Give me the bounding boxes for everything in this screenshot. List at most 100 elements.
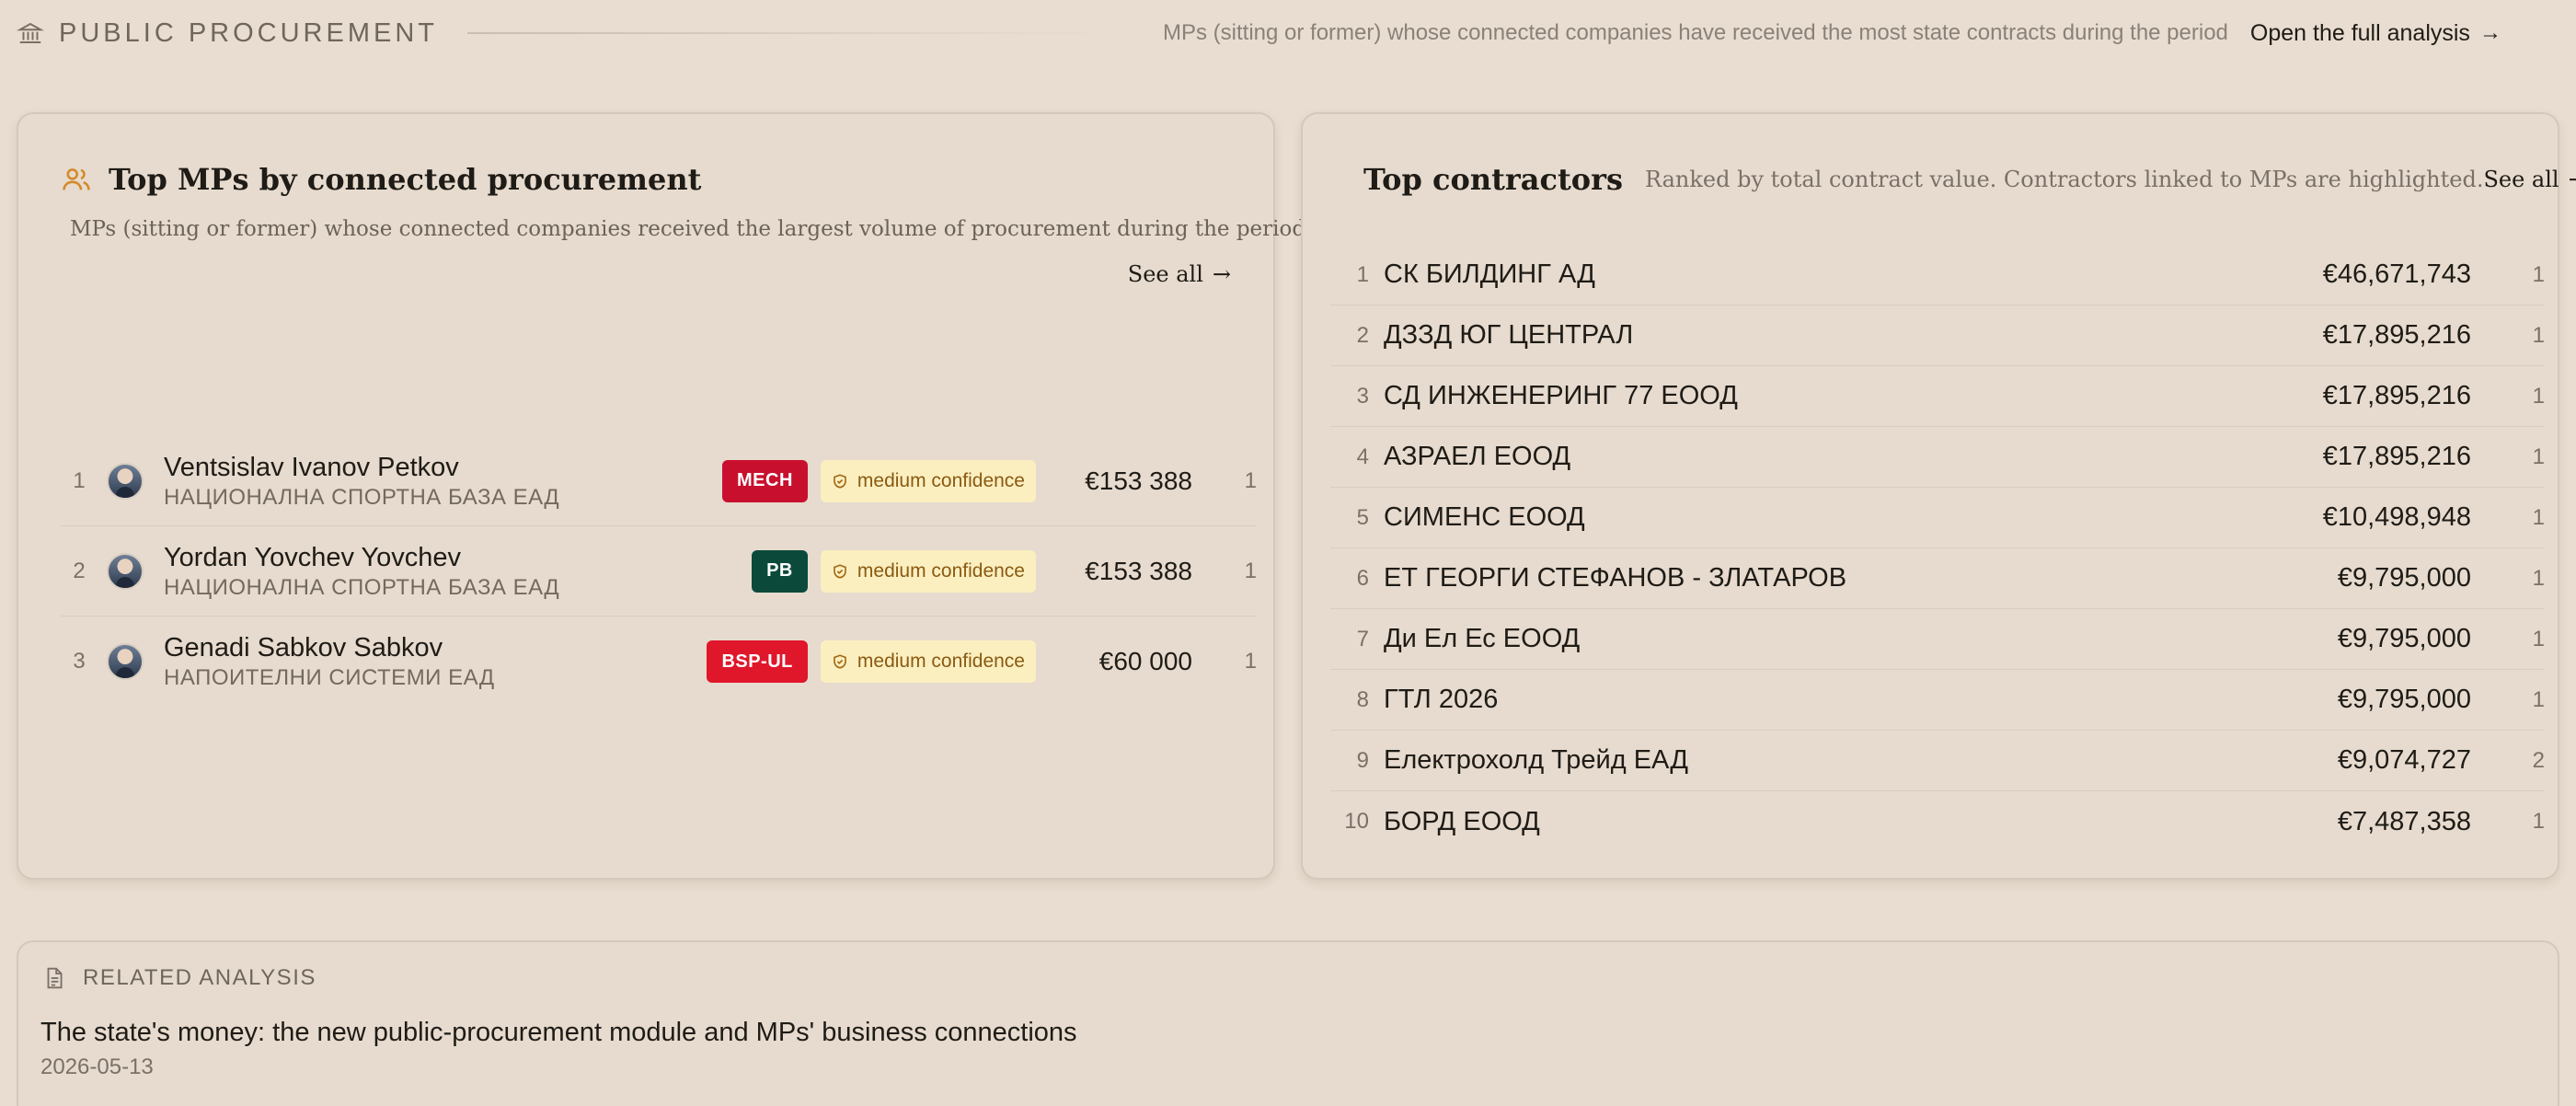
contract-value: €9,074,727: [2337, 745, 2471, 775]
confidence-badge: medium confidence: [820, 459, 1036, 502]
contract-count: 2: [2532, 747, 2545, 773]
row-rank: 6: [1356, 565, 1369, 591]
row-rank: 1: [73, 467, 86, 493]
mp-info: Yordan Yovchev Yovchev НАЦИОНАЛНА СПОРТН…: [164, 541, 752, 602]
avatar: [107, 462, 144, 500]
contract-value: €17,895,216: [2322, 381, 2471, 410]
mp-company: НАПОИТЕЛНИ СИСТЕМИ ЕАД: [164, 665, 495, 690]
procurement-amount: €60 000: [1098, 647, 1192, 675]
top-contractors-list: 1 СК БИЛДИНГ АД €46,671,743 1 2 ДЗЗД ЮГ …: [1330, 245, 2545, 852]
top-contractors-card: Top contractors Ranked by total contract…: [1301, 112, 2576, 880]
shield-check-icon: [834, 473, 846, 489]
table-row[interactable]: 8 ГТЛ 2026 €9,795,000 1: [1330, 670, 2545, 731]
contract-count: 1: [2532, 626, 2545, 651]
contractor-name[interactable]: ЕТ ГЕОРГИ СТЕФАНОВ - ЗЛАТАРОВ: [1384, 563, 2195, 593]
contractor-name[interactable]: СК БИЛДИНГ АД: [1384, 259, 2195, 290]
contract-count: 1: [2532, 565, 2545, 591]
table-row[interactable]: 3 СД ИНЖЕНЕРИНГ 77 ЕООД €17,895,216 1: [1330, 366, 2545, 427]
confidence-badge: medium confidence: [820, 640, 1036, 683]
related-analysis-label: RELATED ANALYSIS: [83, 965, 316, 990]
mp-name[interactable]: Ventsislav Ivanov Petkov: [164, 451, 722, 484]
contract-count: 1: [1244, 467, 1257, 493]
contractor-name[interactable]: Електрохолд Трейд ЕАД: [1384, 745, 2195, 776]
top-mps-header: Top MPs by connected procurement: [61, 162, 701, 197]
contract-count: 1: [2532, 809, 2545, 834]
contractor-name[interactable]: ДЗЗД ЮГ ЦЕНТРАЛ: [1384, 320, 2195, 351]
contract-count: 1: [2532, 261, 2545, 287]
contract-value: €9,795,000: [2337, 685, 2471, 714]
contract-count: 1: [2532, 322, 2545, 348]
table-row[interactable]: 1 СК БИЛДИНГ АД €46,671,743 1: [1330, 245, 2545, 305]
section-header: PUBLIC PROCUREMENT MPs (sitting or forme…: [17, 13, 2559, 53]
contractor-name[interactable]: Ди Ел Ес ЕООД: [1384, 624, 2195, 654]
top-mps-title: Top MPs by connected procurement: [109, 162, 702, 197]
top-mps-see-all-link[interactable]: See all →: [1128, 261, 1231, 287]
confidence-label: medium confidence: [857, 651, 1025, 672]
contract-value: €46,671,743: [2322, 259, 2471, 289]
arrow-right-icon: →: [2569, 167, 2576, 192]
table-row[interactable]: 6 ЕТ ГЕОРГИ СТЕФАНОВ - ЗЛАТАРОВ €9,795,0…: [1330, 548, 2545, 609]
mp-name[interactable]: Genadi Sabkov Sabkov: [164, 631, 707, 664]
contract-count: 1: [1244, 558, 1257, 583]
table-row[interactable]: 2 Yordan Yovchev Yovchev НАЦИОНАЛНА СПОР…: [61, 526, 1257, 616]
row-rank: 3: [1356, 383, 1369, 409]
row-rank: 2: [73, 558, 86, 583]
section-description: MPs (sitting or former) whose connected …: [1163, 20, 2228, 45]
top-mps-list: 1 Ventsislav Ivanov Petkov НАЦИОНАЛНА СП…: [61, 436, 1257, 707]
table-row[interactable]: 10 БОРД ЕООД €7,487,358 1: [1330, 791, 2545, 852]
table-row[interactable]: 7 Ди Ел Ес ЕООД €9,795,000 1: [1330, 609, 2545, 670]
procurement-amount: €153 388: [1085, 466, 1192, 495]
table-row[interactable]: 9 Електрохолд Трейд ЕАД €9,074,727 2: [1330, 731, 2545, 791]
row-rank: 2: [1356, 322, 1369, 348]
row-rank: 9: [1356, 747, 1369, 773]
mp-name[interactable]: Yordan Yovchev Yovchev: [164, 541, 752, 574]
top-contractors-subtitle: Ranked by total contract value. Contract…: [1644, 167, 2484, 192]
contract-count: 1: [1244, 649, 1257, 674]
row-rank: 7: [1356, 626, 1369, 651]
open-full-analysis-link[interactable]: Open the full analysis →: [2250, 20, 2501, 47]
table-row[interactable]: 1 Ventsislav Ivanov Petkov НАЦИОНАЛНА СП…: [61, 436, 1257, 526]
top-contractors-title: Top contractors: [1363, 162, 1623, 197]
contract-value: €7,487,358: [2337, 806, 2471, 836]
contract-count: 1: [2532, 686, 2545, 712]
row-rank: 1: [1356, 261, 1369, 287]
top-mps-card: Top MPs by connected procurement MPs (si…: [17, 112, 1312, 880]
confidence-badge: medium confidence: [820, 549, 1036, 593]
table-row[interactable]: 5 СИМЕНС ЕООД €10,498,948 1: [1330, 488, 2545, 548]
row-rank: 10: [1344, 809, 1369, 834]
confidence-label: medium confidence: [857, 469, 1025, 491]
shield-check-icon: [834, 654, 846, 669]
contract-value: €9,795,000: [2337, 624, 2471, 653]
table-row[interactable]: 3 Genadi Sabkov Sabkov НАПОИТЕЛНИ СИСТЕМ…: [61, 616, 1257, 707]
contract-value: €10,498,948: [2322, 502, 2471, 532]
bank-icon: [17, 22, 44, 43]
top-contractors-see-all-link[interactable]: See all →: [2483, 167, 2576, 192]
contract-value: €9,795,000: [2337, 563, 2471, 593]
contractor-name[interactable]: ГТЛ 2026: [1384, 685, 2195, 715]
table-row[interactable]: 2 ДЗЗД ЮГ ЦЕНТРАЛ €17,895,216 1: [1330, 305, 2545, 366]
see-all-label: See all: [1127, 261, 1203, 287]
avatar: [107, 643, 144, 680]
mp-info: Ventsislav Ivanov Petkov НАЦИОНАЛНА СПОР…: [164, 451, 722, 512]
related-analysis-header: RELATED ANALYSIS: [42, 964, 316, 992]
people-icon: [63, 168, 90, 190]
related-analysis-card[interactable]: RELATED ANALYSIS The state's money: the …: [17, 940, 2559, 1106]
contractor-name[interactable]: СИМЕНС ЕООД: [1384, 502, 2195, 533]
open-full-analysis-label: Open the full analysis: [2249, 19, 2470, 46]
row-rank: 8: [1356, 686, 1369, 712]
related-analysis-title[interactable]: The state's money: the new public-procur…: [40, 1018, 1077, 1048]
contract-count: 1: [2532, 504, 2545, 530]
top-contractors-header: Top contractors Ranked by total contract…: [1343, 162, 2576, 197]
contract-value: €17,895,216: [2322, 320, 2471, 350]
party-badge: PB: [752, 549, 808, 593]
table-row[interactable]: 4 АЗРАЕЛ ЕООД €17,895,216 1: [1330, 427, 2545, 488]
contractor-name[interactable]: БОРД ЕООД: [1384, 807, 2195, 837]
contractor-name[interactable]: АЗРАЕЛ ЕООД: [1384, 442, 2195, 472]
mp-info: Genadi Sabkov Sabkov НАПОИТЕЛНИ СИСТЕМИ …: [164, 631, 707, 692]
contract-count: 1: [2532, 444, 2545, 469]
see-all-label: See all: [2483, 167, 2559, 192]
row-rank: 4: [1356, 444, 1369, 469]
party-badge: BSP-UL: [707, 640, 808, 683]
mp-company: НАЦИОНАЛНА СПОРТНА БАЗА ЕАД: [164, 574, 560, 600]
contractor-name[interactable]: СД ИНЖЕНЕРИНГ 77 ЕООД: [1384, 381, 2195, 411]
